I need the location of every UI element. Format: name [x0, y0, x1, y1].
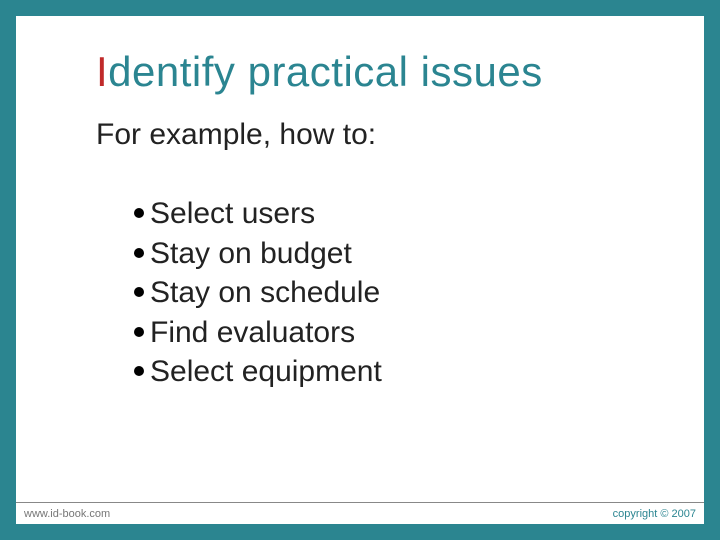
- title-first-letter: I: [96, 48, 108, 95]
- bullet-icon: [134, 327, 144, 337]
- slide-content: Identify practical issues For example, h…: [96, 48, 684, 392]
- bullet-text: Select equipment: [150, 355, 382, 388]
- list-item: Select equipment: [134, 352, 684, 392]
- bullet-text: Find evaluators: [150, 316, 355, 349]
- bullet-text: Stay on budget: [150, 237, 352, 270]
- bullet-list: Select users Stay on budget Stay on sche…: [134, 194, 684, 392]
- bullet-text: Stay on schedule: [150, 276, 380, 309]
- footer-url: www.id-book.com: [24, 508, 110, 520]
- bullet-text: Select users: [150, 197, 315, 230]
- list-item: Select users: [134, 194, 684, 234]
- title-rest: dentify practical issues: [108, 48, 543, 95]
- bullet-icon: [134, 366, 144, 376]
- list-item: Find evaluators: [134, 313, 684, 353]
- bullet-icon: [134, 208, 144, 218]
- list-item: Stay on schedule: [134, 273, 684, 313]
- slide-title: Identify practical issues: [96, 48, 684, 96]
- bullet-icon: [134, 248, 144, 258]
- list-item: Stay on budget: [134, 234, 684, 274]
- slide-subtitle: For example, how to:: [96, 118, 684, 152]
- bullet-icon: [134, 287, 144, 297]
- slide-footer: www.id-book.com copyright © 2007: [16, 502, 704, 524]
- footer-copyright: copyright © 2007: [613, 508, 696, 520]
- slide-frame: Identify practical issues For example, h…: [0, 0, 720, 540]
